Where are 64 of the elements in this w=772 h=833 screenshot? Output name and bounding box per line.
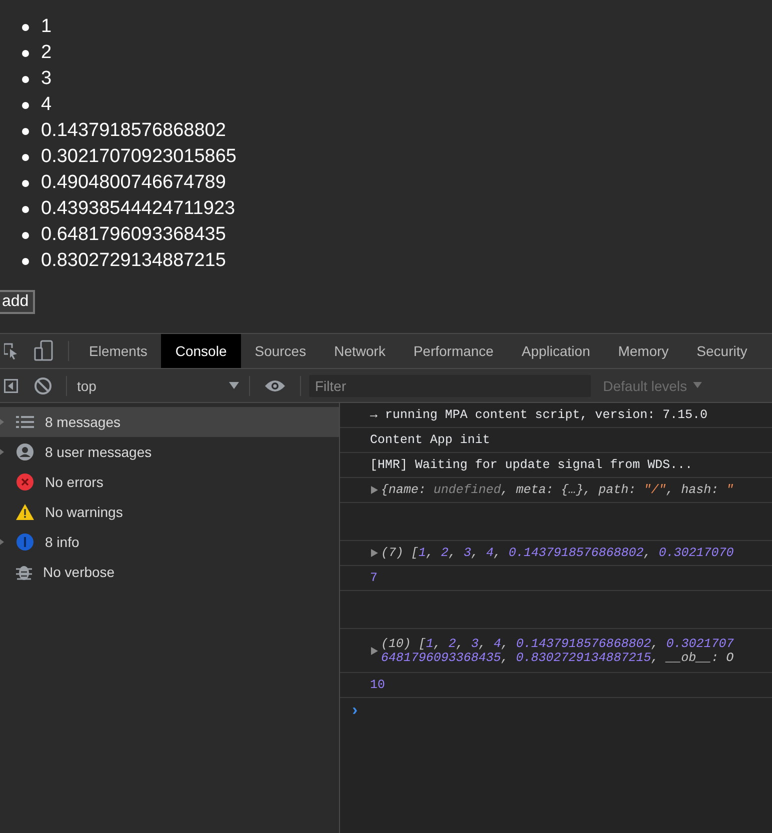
bullet-icon xyxy=(22,50,29,56)
console-message: 7 xyxy=(370,571,378,585)
list-item: 0.1437918576868802 xyxy=(41,120,226,142)
console-message: (10) [1, 2, 3, 4, 0.1437918576868802, 0.3021707 6481796093368435, 0.8302729134887215, __ob__: O xyxy=(381,636,734,664)
panel-tab[interactable]: Memory xyxy=(604,334,683,368)
list-item: 3 xyxy=(41,68,52,90)
expand-arrow-icon[interactable] xyxy=(371,549,378,557)
bullet-icon xyxy=(22,24,29,30)
list-item: 0.43938544424711923 xyxy=(41,198,236,220)
sidebar-item[interactable]: No errors xyxy=(0,467,339,497)
bug-icon xyxy=(16,563,32,581)
panel-tab[interactable]: Console xyxy=(161,334,241,368)
bullet-icon xyxy=(22,180,29,186)
list-item: 0.30217070923015865 xyxy=(41,146,236,168)
info-icon xyxy=(16,533,34,551)
console-message: (7) [1, 2, 3, 4, 0.1437918576868802, 0.30217070 xyxy=(381,546,734,560)
list-item: 4 xyxy=(41,94,52,116)
panel-tab[interactable]: Security xyxy=(682,334,762,368)
sidebar-item[interactable]: No warnings xyxy=(0,497,339,527)
bullet-icon xyxy=(22,232,29,238)
console-message: {name: undefined, meta: {…}, path: "/", hash: " xyxy=(381,483,734,497)
panel-tab[interactable]: Sources xyxy=(240,334,320,368)
panel-tab[interactable]: Network xyxy=(320,334,400,368)
inspect-icon[interactable] xyxy=(4,342,18,360)
bullet-icon xyxy=(22,258,29,264)
console-message: → running MPA content script, version: 7.15.0 xyxy=(370,408,708,422)
panel-tab[interactable]: Application xyxy=(508,334,604,368)
panel-tab[interactable]: Elements xyxy=(75,334,162,368)
device-icon[interactable] xyxy=(34,340,54,362)
sidebar-item[interactable]: 8 user messages xyxy=(0,437,339,467)
expand-arrow-icon[interactable] xyxy=(371,486,378,494)
expand-arrow-icon[interactable] xyxy=(0,449,4,455)
eye-icon[interactable] xyxy=(264,378,286,392)
filter-field[interactable]: Filter xyxy=(309,374,591,396)
bullet-icon xyxy=(22,102,29,108)
expand-arrow-icon[interactable] xyxy=(371,646,378,654)
bullet-icon xyxy=(22,128,29,134)
bullet-icon xyxy=(22,206,29,212)
sidebar-toggle-icon[interactable] xyxy=(4,378,18,392)
list-icon xyxy=(16,415,34,429)
caret-icon xyxy=(693,382,702,389)
caret-icon xyxy=(229,382,239,390)
warning-icon xyxy=(16,504,34,520)
panel-tab[interactable]: Performance xyxy=(399,334,508,368)
list-item: 0.6481796093368435 xyxy=(41,224,226,246)
list-item: 2 xyxy=(41,42,52,64)
context-dropdown[interactable]: top xyxy=(73,378,243,394)
sidebar-item[interactable]: 8 info xyxy=(0,527,339,557)
prompt-icon[interactable]: › xyxy=(350,702,360,720)
add-button[interactable]: add xyxy=(0,290,35,314)
clear-icon[interactable] xyxy=(34,376,52,394)
console-message: 10 xyxy=(370,678,386,692)
error-icon xyxy=(16,473,34,491)
list-item: 0.4904800746674789 xyxy=(41,172,226,194)
list-item: 0.8302729134887215 xyxy=(41,250,226,272)
user-icon xyxy=(16,443,34,461)
bullet-icon xyxy=(22,76,29,82)
expand-arrow-icon[interactable] xyxy=(0,539,4,545)
console-message: Content App init xyxy=(370,433,490,447)
console-message: [HMR] Waiting for update signal from WDS... xyxy=(370,458,693,472)
sidebar-item[interactable]: No verbose xyxy=(0,557,339,587)
bullet-icon xyxy=(22,154,29,160)
sidebar-item[interactable]: 8 messages xyxy=(0,407,339,437)
list-item: 1 xyxy=(41,16,52,38)
